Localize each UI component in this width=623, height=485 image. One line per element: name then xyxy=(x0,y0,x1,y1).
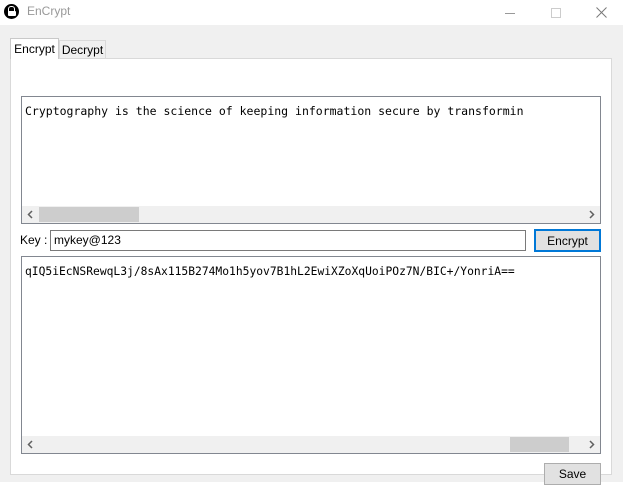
minimize-icon xyxy=(505,12,515,14)
close-button[interactable] xyxy=(578,0,623,25)
ciphertext-horizontal-scrollbar[interactable] xyxy=(22,436,600,453)
close-icon xyxy=(595,7,607,18)
encrypt-button[interactable]: Encrypt xyxy=(534,229,601,252)
ciphertext-content: qIQ5iEcNSRewqL3j/8sAx115B274Mo1h5yov7B1h… xyxy=(25,265,515,278)
maximize-button[interactable] xyxy=(533,0,579,25)
maximize-icon xyxy=(551,7,561,18)
scroll-left-icon[interactable] xyxy=(22,436,39,453)
key-input[interactable]: mykey@123 xyxy=(50,230,526,251)
plaintext-textarea[interactable]: Cryptography is the science of keeping i… xyxy=(21,96,601,224)
dialog-body: Encrypt Decrypt Cryptography is the scie… xyxy=(0,25,623,485)
scroll-left-icon[interactable] xyxy=(22,206,39,223)
window-title: EnCrypt xyxy=(27,4,71,18)
ciphertext-textarea[interactable]: qIQ5iEcNSRewqL3j/8sAx115B274Mo1h5yov7B1h… xyxy=(21,256,601,454)
title-bar: EnCrypt xyxy=(0,0,623,25)
plaintext-content: Cryptography is the science of keeping i… xyxy=(25,104,524,118)
encrypt-tab-panel: Cryptography is the science of keeping i… xyxy=(10,58,612,485)
scrollbar-thumb[interactable] xyxy=(39,207,139,222)
tab-decrypt[interactable]: Decrypt xyxy=(59,40,106,59)
scrollbar-thumb[interactable] xyxy=(510,437,569,452)
scroll-right-icon[interactable] xyxy=(583,206,600,223)
key-label: Key : xyxy=(20,233,48,247)
scroll-right-icon[interactable] xyxy=(583,436,600,453)
lock-icon xyxy=(4,4,19,19)
minimize-button[interactable] xyxy=(487,0,533,25)
plaintext-horizontal-scrollbar[interactable] xyxy=(22,206,600,223)
tab-encrypt[interactable]: Encrypt xyxy=(10,38,59,59)
